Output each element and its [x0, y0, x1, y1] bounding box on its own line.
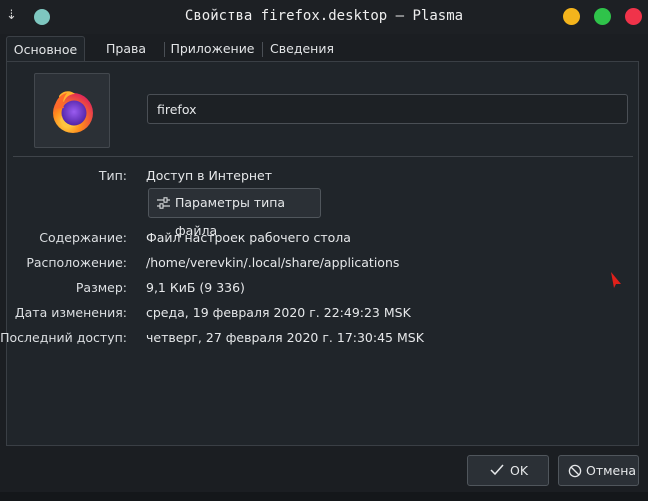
- divider: [13, 156, 633, 157]
- tab-permissions[interactable]: Права: [90, 36, 162, 62]
- cancel-label: Отмена: [586, 463, 637, 478]
- content-label: Содержание:: [39, 230, 127, 245]
- accessed-value: четверг, 27 февраля 2020 г. 17:30:45 MSK: [146, 330, 424, 345]
- ok-button[interactable]: OK: [467, 455, 549, 486]
- general-panel: Тип: Доступ в Интернет Параметры типа фа…: [0, 61, 639, 446]
- minimize-button[interactable]: [563, 8, 580, 25]
- content-value: Файл настроек рабочего стола: [146, 230, 351, 245]
- tab-details[interactable]: Сведения: [264, 36, 340, 62]
- location-label: Расположение:: [26, 255, 127, 270]
- mouse-cursor-icon: [611, 272, 621, 288]
- maximize-button[interactable]: [594, 8, 611, 25]
- cancel-button[interactable]: Отмена: [558, 455, 639, 486]
- ok-label: OK: [510, 463, 529, 478]
- location-value: /home/verevkin/.local/share/applications: [146, 255, 400, 270]
- tab-separator: [164, 42, 165, 57]
- close-button[interactable]: [625, 8, 642, 25]
- firefox-icon: [53, 91, 93, 133]
- type-label: Тип:: [98, 168, 127, 183]
- file-type-options-button[interactable]: Параметры типа файла: [148, 188, 321, 238]
- cancel-icon: [568, 464, 582, 478]
- window-title: Свойства firefox.desktop — Plasma: [184, 8, 464, 24]
- tab-general[interactable]: Основное: [6, 36, 85, 63]
- size-label: Размер:: [75, 280, 127, 295]
- modified-value: среда, 19 февраля 2020 г. 22:49:23 MSK: [146, 305, 411, 320]
- type-value: Доступ в Интернет: [146, 168, 273, 183]
- icon-picker-button[interactable]: [34, 73, 110, 148]
- tab-separator: [262, 42, 263, 57]
- accessed-label: Последний доступ:: [0, 330, 127, 345]
- name-input[interactable]: [147, 94, 628, 124]
- checkmark-icon: [490, 464, 504, 476]
- modified-label: Дата изменения:: [14, 305, 127, 320]
- sliders-icon: [157, 197, 170, 209]
- tab-application[interactable]: Приложение: [166, 36, 259, 62]
- title-bar: ⇣ Свойства firefox.desktop — Plasma: [0, 0, 648, 34]
- size-value: 9,1 КиБ (9 336): [146, 280, 245, 295]
- desktop-background-strip: [0, 492, 648, 501]
